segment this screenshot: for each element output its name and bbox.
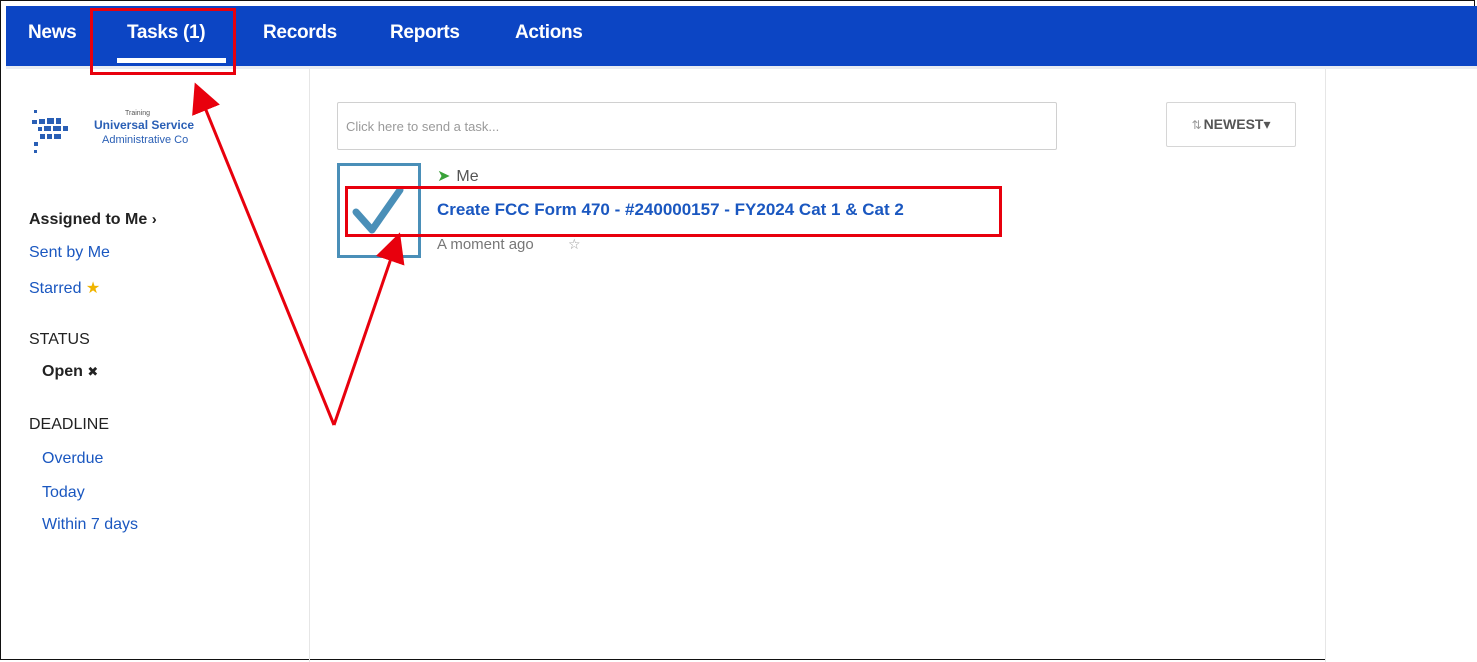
annotation-arrow-to-checkbox (332, 232, 405, 426)
annotation-arrows (192, 82, 405, 426)
annotation-arrow-to-tasks (192, 82, 336, 426)
